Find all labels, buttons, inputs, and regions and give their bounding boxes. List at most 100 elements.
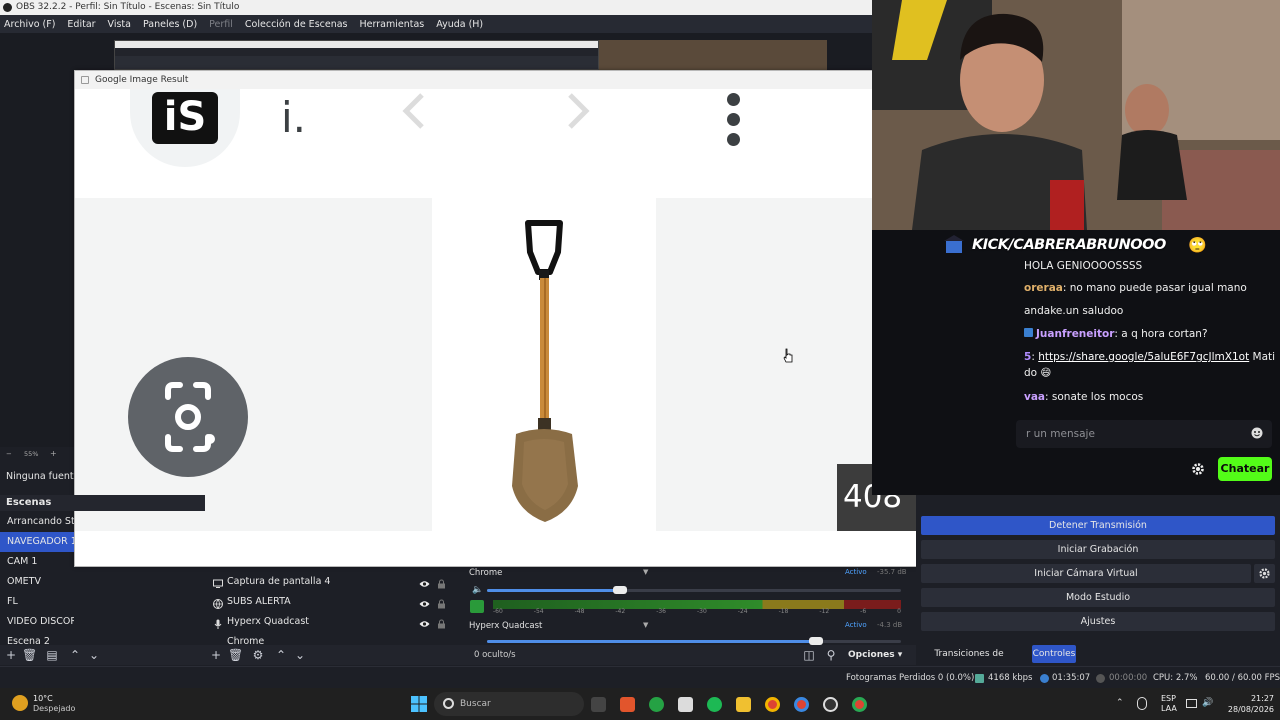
preview-zoom-in-icon[interactable]: +: [50, 449, 57, 458]
add-source-icon[interactable]: +: [209, 648, 223, 662]
preview-zoom-out-icon[interactable]: −: [6, 450, 12, 458]
lock-icon[interactable]: [437, 577, 446, 589]
emoji-icon[interactable]: [1251, 427, 1263, 439]
preview-zoom-level: 55%: [24, 450, 39, 458]
chrome-secondary-icon[interactable]: [852, 697, 867, 712]
weather-temp[interactable]: 10°C: [33, 694, 53, 703]
chevron-left-icon[interactable]: [395, 91, 435, 131]
google-lens-button[interactable]: [128, 357, 248, 477]
obs-menu-bar: Archivo (F) Editar Vista Paneles (D) Per…: [0, 15, 872, 33]
source-up-icon[interactable]: ⌃: [274, 648, 288, 662]
visibility-eye-icon[interactable]: [419, 577, 430, 587]
mixer-channel-name: Chrome: [469, 568, 503, 578]
keyboard-lang-top[interactable]: ESP: [1161, 694, 1176, 703]
add-scene-icon[interactable]: +: [4, 648, 18, 662]
visibility-eye-icon[interactable]: [419, 597, 430, 607]
source-item[interactable]: Chrome: [209, 632, 449, 644]
obs-taskbar-icon[interactable]: [823, 697, 838, 712]
chrome-icon[interactable]: [765, 697, 780, 712]
chrome-profile-icon[interactable]: [794, 697, 809, 712]
volume-tray-icon[interactable]: 🔊: [1202, 698, 1213, 708]
tab-scene-transitions[interactable]: Transiciones de escena: [920, 645, 1018, 677]
network-icon: [975, 674, 984, 683]
start-virtual-camera-button[interactable]: Iniciar Cámara Virtual: [921, 564, 1251, 583]
scene-filters-icon[interactable]: ▤: [45, 648, 59, 662]
spotify-icon[interactable]: [707, 697, 722, 712]
menu-coleccion-escenas[interactable]: Colección de Escenas: [245, 19, 348, 30]
mixer-layout-icon[interactable]: ◫: [802, 648, 816, 662]
chat-message-input[interactable]: r un mensaje: [1016, 420, 1272, 448]
store-icon[interactable]: [678, 697, 693, 712]
microphone-tray-icon[interactable]: [1137, 697, 1147, 710]
scene-item[interactable]: VIDEO DISCORD: [0, 612, 74, 632]
chat-send-button[interactable]: Chatear: [1218, 457, 1272, 481]
obs-title-bar: OBS 32.2.2 - Perfil: Sin Título - Escena…: [0, 0, 872, 15]
network-tray-icon[interactable]: [1186, 699, 1197, 708]
volume-icon[interactable]: 🔈: [472, 585, 483, 595]
move-down-icon[interactable]: ⌄: [87, 648, 101, 662]
chevron-right-icon[interactable]: [557, 91, 597, 131]
favicon-icon: [81, 76, 89, 84]
settings-button[interactable]: Ajustes: [921, 612, 1275, 631]
weather-desc[interactable]: Despejado: [33, 704, 75, 713]
chat-settings-gear-icon[interactable]: [1191, 462, 1205, 476]
channel-dropdown-icon[interactable]: ▼: [643, 621, 648, 629]
task-view-icon[interactable]: [591, 697, 606, 712]
menu-perfil[interactable]: Perfil: [209, 19, 233, 30]
lock-icon[interactable]: [437, 617, 446, 629]
audio-output-icon: [213, 637, 223, 644]
volume-slider[interactable]: [487, 637, 901, 645]
chat-message: 5: https://share.google/5aluE6F7gcJlmX1o…: [1024, 351, 1276, 363]
move-up-icon[interactable]: ⌃: [68, 648, 82, 662]
source-item[interactable]: Hyperx Quadcast: [209, 612, 449, 632]
scene-item[interactable]: FL: [0, 592, 74, 612]
whatsapp-icon[interactable]: [649, 697, 664, 712]
keyboard-lang-bottom[interactable]: LAA: [1161, 704, 1177, 713]
stop-streaming-button[interactable]: Detener Transmisión: [921, 516, 1275, 535]
start-recording-button[interactable]: Iniciar Grabación: [921, 540, 1275, 559]
stream-icon: [1040, 674, 1049, 683]
nested-obs-capture: [114, 40, 599, 70]
tab-controls[interactable]: Controles: [1032, 645, 1076, 663]
remove-scene-icon[interactable]: 🗑: [22, 648, 37, 662]
windows-start-icon[interactable]: [411, 696, 427, 712]
weather-moon-icon[interactable]: [12, 695, 28, 711]
scene-item[interactable]: Arrancando Strea: [0, 512, 74, 532]
studio-mode-button[interactable]: Modo Estudio: [921, 588, 1275, 607]
monitor-headphones-icon[interactable]: [470, 600, 484, 613]
menu-editar[interactable]: Editar: [67, 19, 95, 30]
taskbar-search[interactable]: Buscar: [434, 692, 584, 716]
chat-message: vaa: sonate los mocos: [1024, 391, 1144, 403]
shovel-image[interactable]: [432, 198, 656, 531]
menu-paneles[interactable]: Paneles (D): [143, 19, 197, 30]
clock[interactable]: 21:27 28/08/2026: [1218, 693, 1274, 715]
scene-item[interactable]: CAM 1: [0, 552, 74, 572]
visibility-eye-icon[interactable]: [419, 617, 430, 627]
app-icon[interactable]: [620, 697, 635, 712]
remove-source-icon[interactable]: 🗑: [228, 648, 243, 662]
scene-item[interactable]: Escena 2: [0, 632, 74, 644]
scene-item-selected[interactable]: NAVEGADOR 1: [0, 532, 74, 552]
mixer-advanced-icon[interactable]: ⚲: [824, 648, 838, 662]
lock-icon[interactable]: [437, 597, 446, 609]
channel-dropdown-icon[interactable]: ▼: [643, 568, 648, 576]
volume-slider[interactable]: [487, 586, 901, 594]
file-explorer-icon[interactable]: [736, 697, 751, 712]
virtual-camera-settings-icon[interactable]: [1254, 564, 1275, 583]
menu-vista[interactable]: Vista: [108, 19, 131, 30]
menu-archivo[interactable]: Archivo (F): [4, 19, 55, 30]
google-window-title: Google Image Result: [95, 75, 189, 85]
source-item[interactable]: Captura de pantalla 4: [209, 572, 449, 592]
source-properties-gear-icon[interactable]: ⚙: [251, 648, 265, 662]
tray-expand-icon[interactable]: ⌃: [1116, 698, 1124, 708]
scene-item[interactable]: OMETV: [0, 572, 74, 592]
menu-ayuda[interactable]: Ayuda (H): [436, 19, 483, 30]
search-icon: [443, 698, 454, 709]
source-item[interactable]: SUBS ALERTA: [209, 592, 449, 612]
menu-herramientas[interactable]: Herramientas: [360, 19, 425, 30]
mixer-options-button[interactable]: Opciones ▾: [848, 647, 910, 663]
chat-link[interactable]: https://share.google/5aluE6F7gcJlmX1ot: [1038, 351, 1249, 363]
more-options-icon[interactable]: [723, 89, 743, 146]
site-logo[interactable]: iS: [130, 89, 240, 167]
source-down-icon[interactable]: ⌄: [293, 648, 307, 662]
